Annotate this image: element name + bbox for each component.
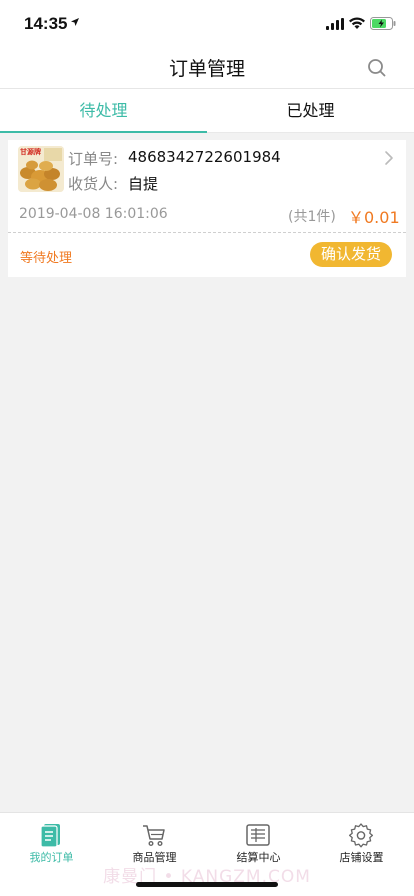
wifi-icon — [349, 17, 365, 29]
product-thumbnail: 甘源牌 — [18, 146, 64, 192]
tab-pending[interactable]: 待处理 — [0, 89, 207, 133]
active-tab-indicator — [0, 131, 207, 133]
confirm-shipment-button[interactable]: 确认发货 — [310, 242, 392, 267]
receiver-label: 收货人: — [68, 175, 119, 193]
page-title: 订单管理 — [168, 58, 245, 80]
status-bar: 14:35 — [0, 0, 414, 48]
status-time: 14:35 — [24, 14, 68, 33]
receiver-value: 自提 — [128, 175, 159, 193]
chevron-right-icon[interactable] — [384, 150, 394, 166]
item-count: (共1件) — [288, 209, 336, 225]
cart-icon — [143, 825, 165, 847]
search-icon[interactable] — [366, 57, 388, 79]
order-icon — [40, 824, 60, 848]
order-status-tabs: 待处理 已处理 — [0, 88, 414, 133]
order-card[interactable]: 甘源牌 订单号: 4868342722601984 收货人: 自提 2019-0… — [8, 140, 406, 277]
order-number: 4868342722601984 — [128, 148, 281, 166]
home-indicator — [136, 882, 278, 887]
cellular-signal-icon — [326, 18, 344, 30]
order-price: ￥0.01 — [348, 208, 400, 227]
order-status: 等待处理 — [20, 251, 73, 266]
location-arrow-icon — [71, 18, 79, 26]
order-number-label: 订单号: — [68, 150, 119, 168]
gear-icon — [348, 823, 374, 848]
navigation-bar: 订单管理 — [0, 48, 414, 88]
dashed-divider — [8, 232, 406, 233]
settlement-icon — [246, 824, 270, 846]
battery-icon — [370, 17, 396, 30]
product-brand-text: 甘源牌 — [20, 148, 41, 156]
order-time: 2019-04-08 16:01:06 — [19, 206, 168, 222]
tab-processed[interactable]: 已处理 — [207, 89, 414, 133]
